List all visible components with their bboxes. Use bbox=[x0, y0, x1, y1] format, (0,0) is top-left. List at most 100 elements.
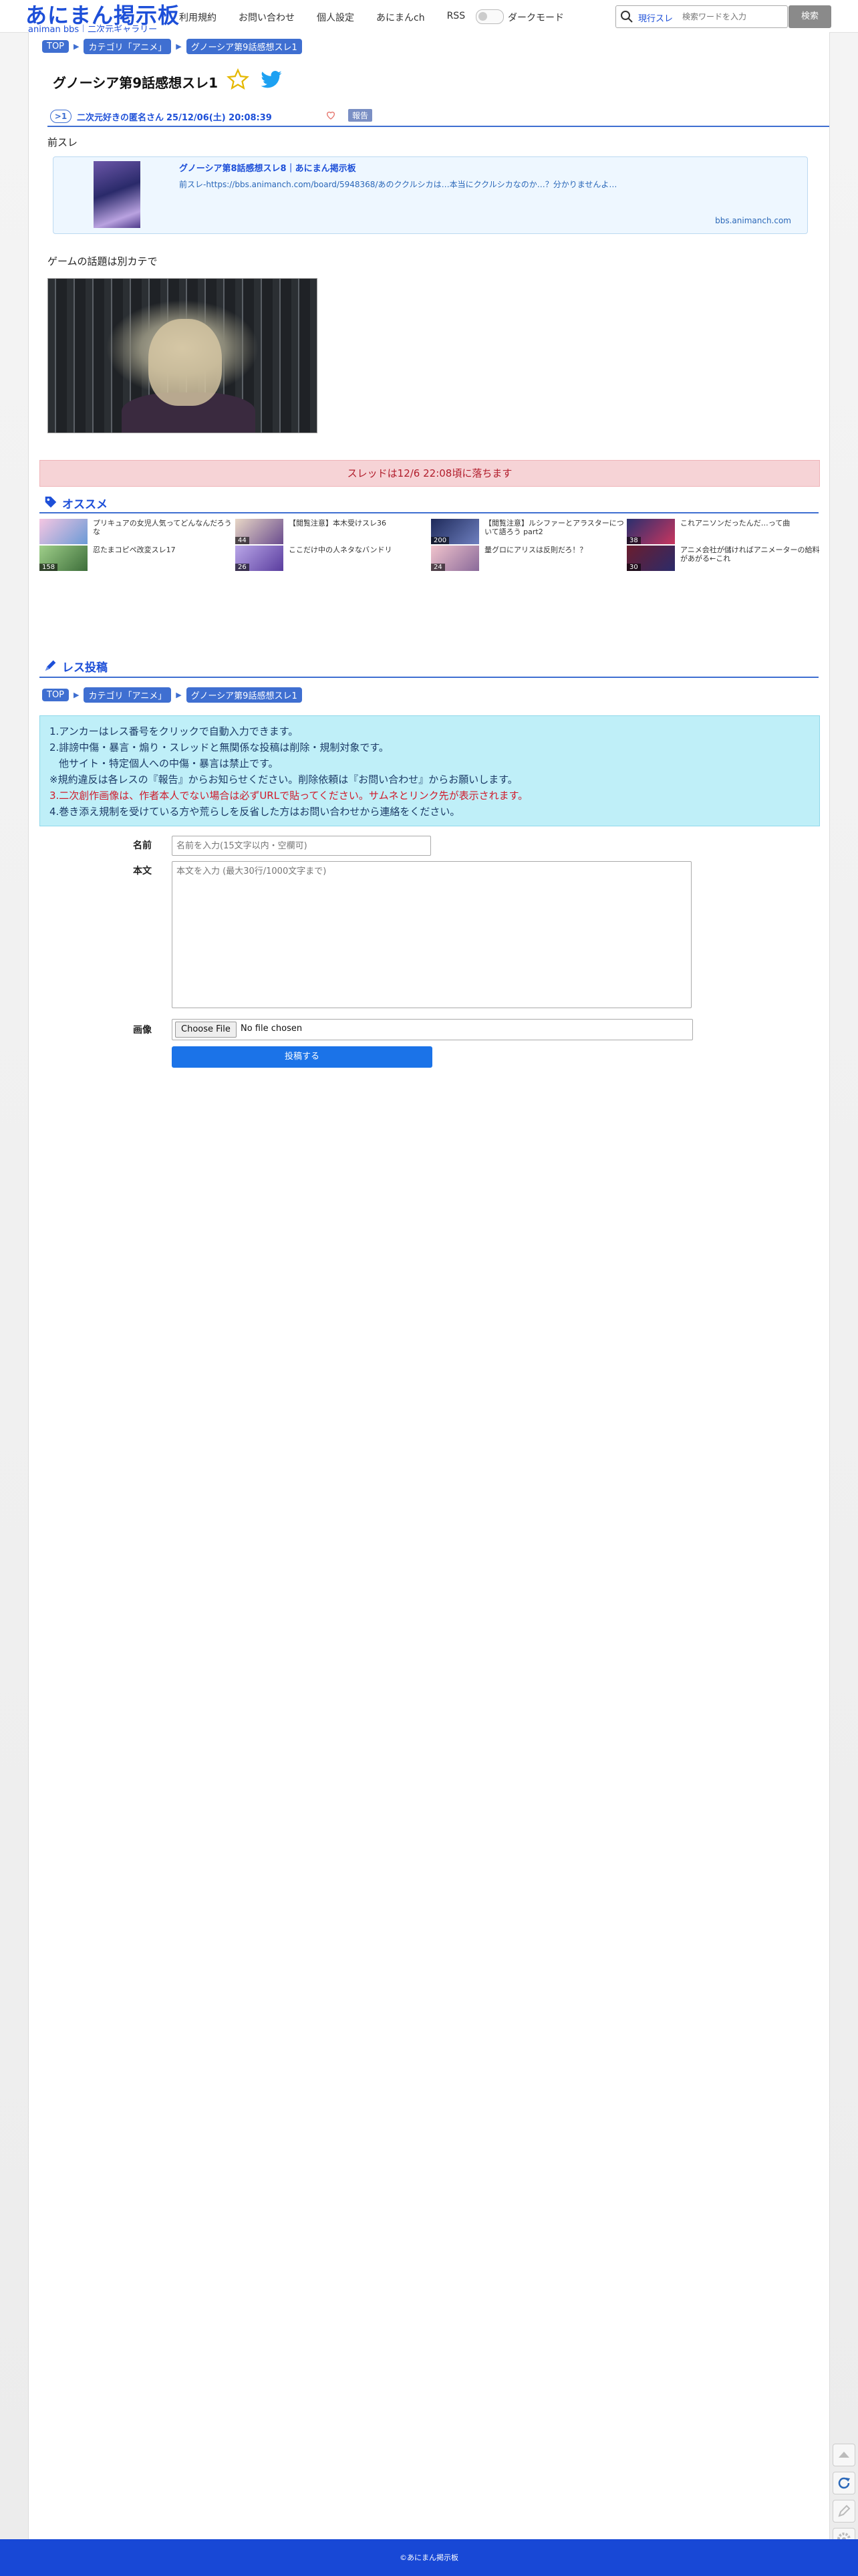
site-header: あにまん掲示板 animan bbs｜二次元ギャラリー 利用規約 お問い合わせ … bbox=[0, 0, 858, 35]
recommend-thumbnail bbox=[39, 519, 88, 544]
post-image[interactable] bbox=[47, 278, 317, 433]
write-button[interactable] bbox=[833, 2500, 855, 2523]
recommend-title: オススメ bbox=[62, 498, 108, 511]
rule-line: ※規約違反は各レスの『報告』からお知らせください。削除依頼は『お問い合わせ』から… bbox=[49, 774, 518, 786]
reload-icon bbox=[838, 2477, 850, 2489]
recommend-thumbnail: 30 bbox=[627, 546, 675, 571]
pencil-icon bbox=[45, 660, 56, 671]
breadcrumb-thread[interactable]: グノーシア第9話感想スレ1 bbox=[186, 687, 302, 703]
recommend-thumbnail: 44 bbox=[235, 519, 283, 544]
poster-name: 二次元好きの匿名さん bbox=[77, 113, 164, 123]
breadcrumb-separator: ▶ bbox=[176, 42, 182, 51]
twitter-share-icon[interactable] bbox=[260, 70, 283, 90]
rule-line: 4.巻き添え規制を受けている方や荒らしを反省した方はお問い合わせから連絡をくださ… bbox=[49, 806, 460, 818]
recommend-item[interactable]: プリキュアの女児人気ってどんなんだろうな bbox=[39, 519, 233, 544]
search-button[interactable]: 検索 bbox=[789, 5, 831, 28]
breadcrumb-bottom: TOP ▶ カテゴリ「アニメ」 ▶ グノーシア第9話感想スレ1 bbox=[42, 687, 302, 703]
breadcrumb-thread[interactable]: グノーシア第9話感想スレ1 bbox=[186, 39, 302, 54]
recommend-item[interactable]: 26 ここだけ中の人ネタなバンドリ bbox=[235, 546, 429, 571]
rule-line: 1.アンカーはレス番号をクリックで自動入力できます。 bbox=[49, 725, 299, 737]
recommend-count: 24 bbox=[431, 564, 445, 571]
breadcrumb-separator: ▶ bbox=[74, 691, 80, 699]
recommend-thumbnail: 38 bbox=[627, 519, 675, 544]
toggle-knob bbox=[478, 12, 487, 21]
body-label: 本文 bbox=[133, 866, 152, 876]
recommend-item-title: 【閲覧注意】ルシファーとアラスターについて語ろう part2 bbox=[484, 519, 624, 536]
reply-header: レス投稿 bbox=[39, 657, 819, 678]
breadcrumb-separator: ▶ bbox=[74, 42, 80, 51]
favorite-star-icon[interactable] bbox=[227, 68, 249, 91]
nav-settings[interactable]: 個人設定 bbox=[317, 11, 354, 24]
search-box: 現行スレ bbox=[615, 5, 788, 28]
dark-mode-label: ダークモード bbox=[508, 13, 564, 23]
reload-button[interactable] bbox=[833, 2472, 855, 2494]
recommend-item-title: これアニソンだったんだ…って曲 bbox=[680, 519, 791, 528]
reply-title: レス投稿 bbox=[62, 661, 108, 675]
site-logo[interactable]: あにまん掲示板 animan bbs｜二次元ギャラリー bbox=[25, 0, 179, 35]
link-card[interactable]: グノーシア第8話感想スレ8｜あにまん掲示板 前スレ-https://bbs.an… bbox=[53, 156, 808, 234]
breadcrumb-category[interactable]: カテゴリ「アニメ」 bbox=[84, 39, 172, 54]
heart-icon[interactable] bbox=[325, 110, 336, 120]
name-input[interactable] bbox=[172, 836, 431, 856]
rule-line: 他サイト・特定個人への中傷・暴言は禁止です。 bbox=[59, 757, 279, 770]
post-text-prev: 前スレ bbox=[47, 136, 78, 148]
recommend-item[interactable]: 24 量グロにアリスは反則だろ！？ bbox=[431, 546, 625, 571]
recommend-item[interactable]: 158 忍たまコピペ改変スレ17 bbox=[39, 546, 233, 571]
link-card-thumbnail bbox=[94, 161, 140, 228]
link-card-title[interactable]: グノーシア第8話感想スレ8｜あにまん掲示板 bbox=[179, 161, 356, 174]
posting-rules-notice: 1.アンカーはレス番号をクリックで自動入力できます。 2.誹謗中傷・暴言・煽り・… bbox=[39, 715, 820, 826]
link-card-description: 前スレ-https://bbs.animanch.com/board/59483… bbox=[179, 180, 617, 189]
recommend-item-title: 【閲覧注意】本木受けスレ36 bbox=[289, 519, 386, 528]
nav-rss[interactable]: RSS bbox=[447, 11, 466, 24]
recommend-item-title: プリキュアの女児人気ってどんなんだろうな bbox=[93, 519, 232, 536]
nav-animanch[interactable]: あにまんch bbox=[376, 11, 425, 24]
recommend-item-title: ここだけ中の人ネタなバンドリ bbox=[289, 546, 392, 554]
thread-title: グノーシア第9話感想スレ1 bbox=[53, 75, 219, 91]
nav-terms[interactable]: 利用規約 bbox=[179, 11, 217, 24]
top-nav: 利用規約 お問い合わせ 個人設定 あにまんch RSS bbox=[179, 11, 487, 24]
breadcrumb-category[interactable]: カテゴリ「アニメ」 bbox=[84, 687, 172, 703]
report-button[interactable]: 報告 bbox=[348, 109, 373, 122]
thread-expiry-alert: スレッドは12/6 22:08頃に落ちます bbox=[39, 460, 820, 487]
arrow-up-icon bbox=[839, 2452, 849, 2458]
tag-icon bbox=[45, 496, 57, 508]
recommend-item-title: 量グロにアリスは反則だろ！？ bbox=[484, 546, 587, 554]
recommend-header: オススメ bbox=[39, 493, 819, 513]
recommend-item-title: アニメ会社が儲ければアニメーターの給料があがる←これ bbox=[680, 546, 820, 563]
recommend-count: 200 bbox=[431, 537, 450, 544]
recommend-thumbnail: 200 bbox=[431, 519, 479, 544]
recommend-thumbnail: 24 bbox=[431, 546, 479, 571]
nav-contact[interactable]: お問い合わせ bbox=[239, 11, 295, 24]
file-status: No file chosen bbox=[241, 1024, 303, 1034]
name-label: 名前 bbox=[133, 840, 152, 851]
recommend-item-title: 忍たまコピペ改変スレ17 bbox=[93, 546, 176, 554]
image-label: 画像 bbox=[133, 1025, 152, 1036]
breadcrumb-top[interactable]: TOP bbox=[42, 689, 69, 701]
search-scope-select[interactable]: 現行スレ bbox=[638, 11, 673, 24]
search-icon bbox=[621, 11, 633, 23]
post-date: 25/12/06(土) 20:08:39 bbox=[166, 113, 272, 123]
recommend-item[interactable]: 44 【閲覧注意】本木受けスレ36 bbox=[235, 519, 429, 544]
body-textarea[interactable] bbox=[172, 861, 692, 1008]
pencil-icon bbox=[838, 2504, 851, 2517]
recommend-count: 30 bbox=[627, 564, 641, 571]
scroll-top-button[interactable] bbox=[833, 2444, 855, 2466]
post-number[interactable]: >1 bbox=[50, 110, 72, 123]
recommend-item[interactable]: 200 【閲覧注意】ルシファーとアラスターについて語ろう part2 bbox=[431, 519, 625, 544]
dark-mode-toggle[interactable] bbox=[476, 9, 504, 24]
breadcrumb-separator: ▶ bbox=[176, 691, 182, 699]
recommend-item[interactable]: 30 アニメ会社が儲ければアニメーターの給料があがる←これ bbox=[627, 546, 821, 571]
recommend-count: 38 bbox=[627, 537, 641, 544]
choose-file-button[interactable]: Choose File bbox=[175, 1022, 237, 1038]
breadcrumb-top[interactable]: TOP bbox=[42, 40, 69, 53]
search-input[interactable] bbox=[681, 9, 784, 25]
post-header: >1 二次元好きの匿名さん 25/12/06(土) 20:08:39 報告 bbox=[47, 107, 829, 127]
submit-button[interactable]: 投稿する bbox=[172, 1046, 432, 1068]
rule-line-warning: 3.二次創作画像は、作者本人でない場合は必ずURLで貼ってください。サムネとリン… bbox=[49, 790, 529, 802]
image-file-input[interactable]: Choose File No file chosen bbox=[172, 1019, 693, 1040]
image-figure-face bbox=[148, 319, 222, 406]
recommend-item[interactable]: 38 これアニソンだったんだ…って曲 bbox=[627, 519, 821, 544]
breadcrumb: TOP ▶ カテゴリ「アニメ」 ▶ グノーシア第9話感想スレ1 bbox=[42, 39, 302, 54]
recommend-count: 26 bbox=[235, 564, 249, 571]
site-footer: ©あにまん掲示板 bbox=[0, 2539, 858, 2576]
